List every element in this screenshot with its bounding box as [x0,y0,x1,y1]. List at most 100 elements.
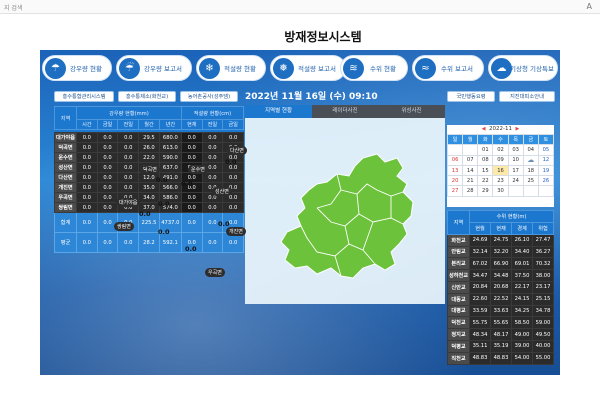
calendar-day[interactable]: 04 [522,144,539,156]
tab-rainfall-status[interactable]: ☂ 강우량 현황 [42,55,112,81]
region-label-ugok[interactable]: 우곡면 [205,268,225,277]
quake-shelter-button[interactable]: 지진대피소안내 [499,91,555,102]
calendar: ◀ 2022-11 ▶ 일월화수목금토 01 02 03 04 05 06 07 08 09 1… [446,125,555,207]
calendar-day[interactable]: 24 [507,175,524,187]
table-row[interactable]: 운수면 0.0 0.0 0.0 22.0 590.0 0.0 0.0 0.0 [54,152,244,163]
prev-month-icon[interactable]: ◀ [482,126,486,132]
table-row[interactable]: 신안교 20.84 20.68 22.17 23.17 [447,280,554,294]
calendar-day[interactable]: 13 [446,164,464,177]
calendar-day[interactable]: 20 [446,175,464,187]
tab-label: 적설량 보고서 [298,65,336,73]
tab-water-level-status[interactable]: ≋ 수위 현황 [340,55,408,81]
value-center-2: 0.0 [158,228,170,236]
calendar-day[interactable]: 25 [522,175,539,187]
tab-radar[interactable]: 레이더사진 [312,105,378,118]
header-region: 지역 [447,210,470,235]
calendar-day[interactable]: 23 [492,175,509,187]
calendar-day[interactable]: 28 [462,185,479,197]
cloud-icon[interactable]: ☁ [522,154,539,166]
calendar-day[interactable]: 17 [507,164,524,177]
calendar-day[interactable]: 02 [492,144,509,156]
next-month-icon[interactable]: ▶ [515,126,519,132]
tab-satellite[interactable]: 위성사진 [378,105,445,118]
region-label-seongsan[interactable]: 성산면 [212,187,232,196]
browser-address-bar[interactable]: 지 검색 A [0,0,600,14]
col-snow-now: 현재 [180,119,203,130]
region-label-ssangrim[interactable]: 쌍림면 [114,222,134,231]
tab-region-status[interactable]: 지역별 현황 [245,105,312,118]
rain-snow-table: 지역 강우량 현황(mm) 적설량 현황(cm) 시간 금일 전일 월간 년간 … [54,106,245,253]
table-row[interactable]: 다산면 0.0 0.0 0.0 12.0 491.0 0.0 0.0 0.0 [54,172,244,183]
snow-report-icon: ❅ [273,58,294,79]
rural-corp-button[interactable]: 농어촌공사(성주댐) [180,91,238,102]
tab-label: 강우량 보고서 [144,65,182,73]
calendar-day[interactable]: 10 [507,154,524,166]
calendar-day[interactable]: 18 [522,164,539,177]
table-row[interactable]: 안림교 32.14 32.20 34.40 36.27 [447,245,554,259]
calendar-day[interactable]: 09 [492,154,509,166]
cloud-rain-report-icon: ☔ [119,58,140,79]
calendar-day[interactable]: 07 [462,154,479,166]
calendar-day[interactable]: 01 [477,144,494,156]
tab-weather-alert[interactable]: ☁ 기상청 기상특보 [488,55,558,81]
tab-label: 기상청 기상특보 [510,65,554,73]
table-row[interactable]: 화천교 24.69 24.75 26.10 27.47 [447,233,554,247]
calendar-day[interactable]: 30 [492,185,509,197]
calendar-day[interactable]: 03 [507,144,524,156]
value-unsu: 0.0 [181,180,193,188]
tab-label: 적설량 현황 [224,65,256,73]
calendar-day[interactable]: 19 [537,164,555,177]
tab-label: 강우량 현황 [70,65,102,73]
civil-guide-button[interactable]: 국민행동요령 [447,91,495,102]
table-row[interactable]: 대가야읍 0.0 0.0 0.0 29.5 680.0 0.0 0.0 0.0 [54,132,244,143]
header-snow-group: 적설량 현황(cm) [180,106,245,120]
value-ugok: 0.0 [185,245,197,253]
tab-rainfall-report[interactable]: ☔ 강우량 보고서 [116,55,192,81]
table-row[interactable]: 덕평교 35.11 35.19 39.00 40.00 [447,339,554,353]
table-row[interactable]: 정지교 48.34 48.17 49.00 49.50 [447,328,554,341]
calendar-day[interactable]: 26 [537,175,555,187]
calendar-day[interactable]: 22 [477,175,494,187]
table-row[interactable]: 본리교 67.02 66.90 69.01 70.32 [447,257,554,271]
calendar-day[interactable]: 05 [537,144,555,156]
disaster-info-app: ☂ 강우량 현황 ☔ 강우량 보고서 ❄ 적설량 현황 ❅ 적설량 보고서 ≋ … [40,50,560,375]
col-year: 년간 [158,119,182,130]
flood-control-button[interactable]: 홍수통제소(화천교) [118,91,176,102]
table-row[interactable]: 대동교 22.60 22.52 24.15 25.15 [447,292,554,306]
calendar-day[interactable]: 06 [446,154,464,166]
region-label-unsu[interactable]: 운수면 [188,165,208,174]
value-dasan: 0.0 [225,158,237,166]
header-region: 지역 [54,106,77,130]
table-row[interactable]: 성하천교 34.47 34.48 37.50 38.00 [447,269,554,282]
cloud-rain-icon: ☂ [45,58,66,79]
address-text: 지 검색 [4,5,23,12]
tab-snowfall-status[interactable]: ❄ 적설량 현황 [196,55,266,81]
table-row[interactable]: 직천교 48.83 48.83 54.00 55.00 [447,351,554,365]
region-label-daegaya[interactable]: 대가야읍 [116,198,141,207]
region-label-dasan[interactable]: 다산면 [227,146,247,155]
region-label-gaejin[interactable]: 개진면 [226,227,246,236]
top-tab-bar: ☂ 강우량 현황 ☔ 강우량 보고서 ❄ 적설량 현황 ❅ 적설량 보고서 ≋ … [40,55,560,81]
page-title: 방재정보시스템 [284,30,362,44]
reader-mode-icon[interactable]: A [587,2,592,11]
col-snow-today: 금일 [222,119,244,130]
calendar-day[interactable]: 14 [462,164,479,177]
calendar-day[interactable]: 21 [462,175,479,187]
table-row[interactable]: 덕곡면 0.00.00.026.0613.00.00.00.0 [54,142,244,153]
calendar-day[interactable]: 08 [477,154,494,166]
flood-system-button[interactable]: 홍수통합관리시스템 [54,91,114,102]
region-map-panel: 다산면 덕곡면 운수면 성산면 대가야읍 쌍림면 개진면 우곡면 0.0 0.0… [114,118,445,304]
tab-snowfall-report[interactable]: ❅ 적설량 보고서 [270,55,346,81]
calendar-day[interactable]: 12 [537,154,555,166]
calendar-day[interactable]: 29 [477,185,494,197]
region-label-deokgok[interactable]: 덕곡면 [140,165,160,174]
table-row[interactable]: 덕천교 55.75 55.65 58.50 59.00 [447,316,554,330]
calendar-day[interactable]: 15 [477,164,494,177]
calendar-day[interactable]: 27 [446,185,464,197]
calendar-day-today[interactable]: 16 [492,164,509,177]
col-month: 월간 [138,119,160,130]
tab-water-level-report[interactable]: ≈ 수위 보고서 [412,55,484,81]
table-row[interactable]: 대평교 33.59 33.63 34.25 34.78 [447,304,554,318]
average-row: 평균 0.0 0.0 0.0 28.2 592.1 0.0 0.0 0.0 [54,232,244,253]
value-deokgok: 0.0 [156,176,168,184]
